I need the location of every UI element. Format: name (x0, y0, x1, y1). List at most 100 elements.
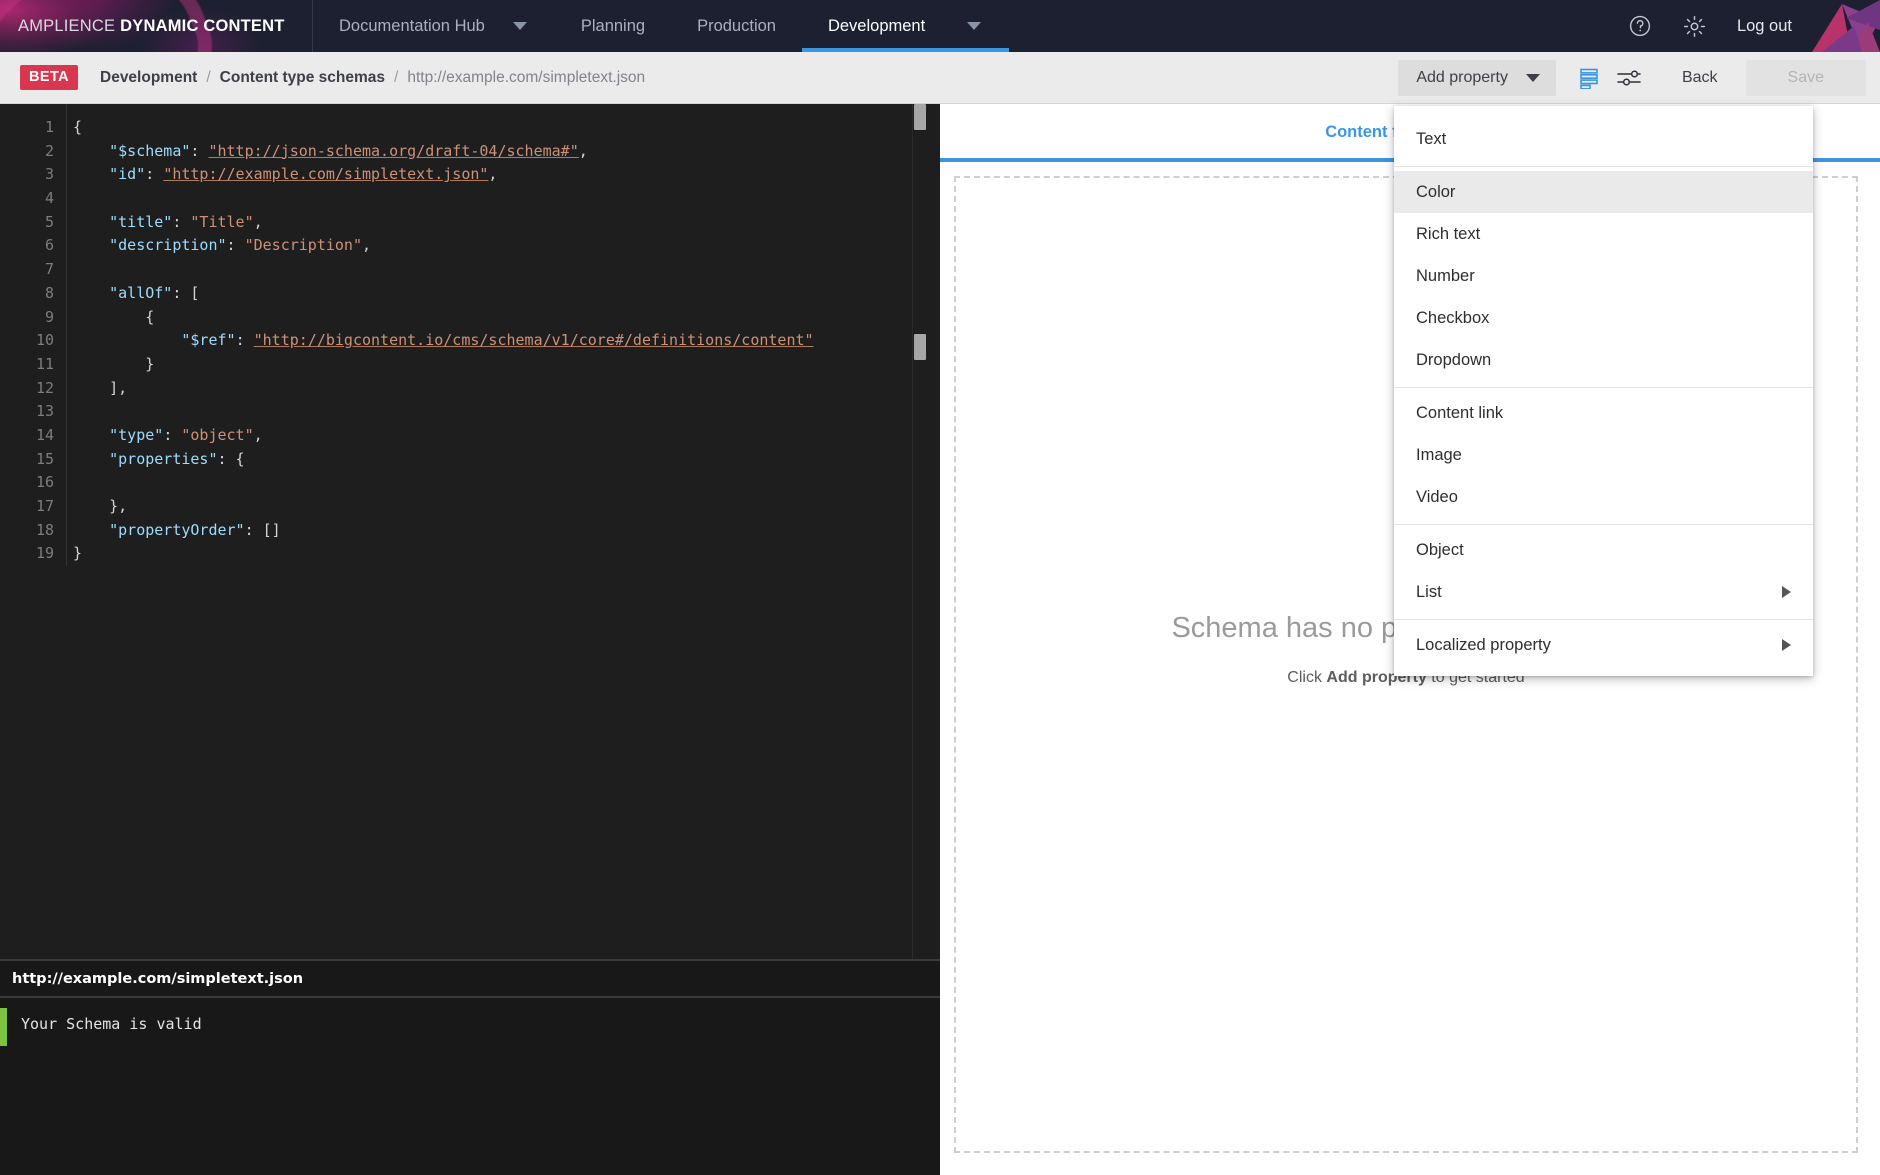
sliders-settings-icon[interactable] (1616, 67, 1642, 89)
line-number: 19 (35, 544, 54, 563)
validation-message: Your Schema is valid (21, 1015, 202, 1033)
menu-item-label: Number (1416, 266, 1475, 285)
menu-item-dropdown[interactable]: Dropdown (1394, 339, 1813, 381)
question-mark-circle-icon[interactable] (1628, 14, 1652, 38)
line-number: 1 (44, 118, 54, 136)
breadcrumb-separator: / (206, 68, 211, 86)
nav-item-planning[interactable]: Planning (555, 0, 671, 52)
console-message-row: Your Schema is valid (0, 998, 940, 1046)
menu-group: Object List (1394, 525, 1813, 620)
menu-item-number[interactable]: Number (1394, 255, 1813, 297)
code-line: ], (73, 378, 128, 397)
code-line: "$schema": "http://json-schema.org/draft… (109, 141, 588, 160)
nav-item-label: Development (827, 16, 926, 35)
gear-icon[interactable] (1682, 14, 1707, 39)
code-line: } (73, 544, 83, 563)
line-number: 15 (35, 449, 54, 468)
menu-group: Localized property (1394, 620, 1813, 676)
development-chevron-down-icon[interactable] (967, 22, 982, 30)
save-button: Save (1745, 59, 1866, 96)
menu-item-image[interactable]: Image (1394, 434, 1813, 476)
code-editor[interactable]: 1 2 3 4 5 6 7 8 9 10 11 12 13 14 15 16 1 (0, 104, 940, 959)
menu-item-localized-property[interactable]: Localized property (1394, 624, 1813, 666)
line-number: 17 (35, 497, 54, 515)
nav-group-development: Development (801, 0, 1010, 52)
breadcrumb-toolbar: BETA Development / Content type schemas … (0, 52, 1880, 104)
menu-item-video[interactable]: Video (1394, 476, 1813, 518)
menu-item-list[interactable]: List (1394, 571, 1813, 613)
top-navigation-bar: AMPLIENCE DYNAMIC CONTENT Documentation … (0, 0, 1880, 52)
add-property-label: Add property (1416, 68, 1508, 86)
menu-item-label: List (1416, 582, 1442, 601)
line-number: 5 (44, 212, 54, 231)
menu-group: Text (1394, 114, 1813, 167)
console-schema-uri: http://example.com/simpletext.json (0, 961, 940, 998)
line-number: 2 (44, 141, 54, 160)
menu-group: Color Rich text Number Checkbox Dropdown (1394, 167, 1813, 388)
submenu-arrow-icon (1782, 639, 1791, 651)
line-number: 16 (35, 473, 54, 492)
menu-item-label: Checkbox (1416, 308, 1490, 327)
menu-item-label: Localized property (1416, 635, 1551, 654)
brand-name-amplience: AMPLIENCE (18, 16, 116, 35)
list-view-icon[interactable] (1578, 67, 1600, 89)
breadcrumb-item-development[interactable]: Development (100, 69, 197, 87)
code-line: } (73, 354, 155, 373)
code-line: "allOf": [ (109, 283, 200, 302)
back-button[interactable]: Back (1662, 60, 1738, 96)
nav-item-label: Planning (580, 16, 646, 35)
menu-item-label: Content link (1416, 403, 1504, 422)
documentation-hub-chevron-down-icon[interactable] (512, 22, 527, 30)
menu-item-object[interactable]: Object (1394, 529, 1813, 571)
json-schema-editor-pane: 1 2 3 4 5 6 7 8 9 10 11 12 13 14 15 16 1 (0, 104, 940, 1175)
menu-item-content-link[interactable]: Content link (1394, 392, 1813, 434)
menu-item-label: Image (1416, 445, 1462, 464)
editor-vertical-scrollbar[interactable] (912, 104, 926, 959)
line-number: 18 (35, 520, 54, 539)
toolbar-actions: Add property Back Save (1398, 59, 1866, 96)
line-number: 6 (44, 236, 54, 255)
add-property-button[interactable]: Add property (1398, 59, 1556, 96)
breadcrumb-item-content-type-schemas[interactable]: Content type schemas (220, 69, 385, 87)
scrollbar-thumb-marker[interactable] (914, 334, 926, 360)
menu-item-text[interactable]: Text (1394, 118, 1813, 160)
menu-item-label: Rich text (1416, 224, 1481, 243)
line-number: 3 (44, 165, 54, 184)
brand-name-dynamic-content: DYNAMIC CONTENT (120, 16, 285, 35)
beta-badge: BETA (20, 65, 78, 90)
code-text: { "$schema": "http://json-schema.org/dra… (66, 104, 940, 567)
line-number: 7 (44, 260, 54, 279)
logout-button[interactable]: Log out (1737, 17, 1792, 36)
nav-item-development[interactable]: Development (802, 17, 951, 36)
nav-item-production[interactable]: Production (671, 0, 802, 52)
menu-item-label: Video (1416, 487, 1458, 506)
empty-state-prefix: Click (1287, 669, 1327, 686)
nav-item-label: Production (697, 16, 776, 35)
menu-item-checkbox[interactable]: Checkbox (1394, 297, 1813, 339)
code-line: { (73, 118, 83, 136)
code-line: "description": "Description", (109, 236, 372, 255)
validation-status-indicator (0, 1008, 7, 1046)
menu-item-color[interactable]: Color (1394, 171, 1813, 213)
code-line: "id": "http://example.com/simpletext.jso… (109, 165, 498, 184)
brand-logo: AMPLIENCE DYNAMIC CONTENT (0, 0, 313, 52)
code-line: "propertyOrder": [] (109, 520, 281, 539)
breadcrumb: Development / Content type schemas / htt… (100, 69, 645, 87)
menu-item-label: Object (1416, 540, 1464, 559)
line-number: 9 (44, 307, 54, 326)
line-number-gutter: 1 2 3 4 5 6 7 8 9 10 11 12 13 14 15 16 1 (0, 104, 66, 566)
code-line: "title": "Title", (109, 212, 263, 231)
menu-item-label: Text (1416, 129, 1447, 148)
menu-item-rich-text[interactable]: Rich text (1394, 213, 1813, 255)
scrollbar-thumb-top[interactable] (914, 104, 926, 130)
submenu-arrow-icon (1782, 586, 1791, 598)
line-number: 4 (44, 189, 54, 208)
code-line: "properties": { (109, 449, 245, 468)
nav-item-documentation-hub[interactable]: Documentation Hub (313, 0, 497, 52)
menu-item-label: Color (1416, 182, 1456, 201)
nav-item-label: Documentation Hub (339, 16, 485, 35)
